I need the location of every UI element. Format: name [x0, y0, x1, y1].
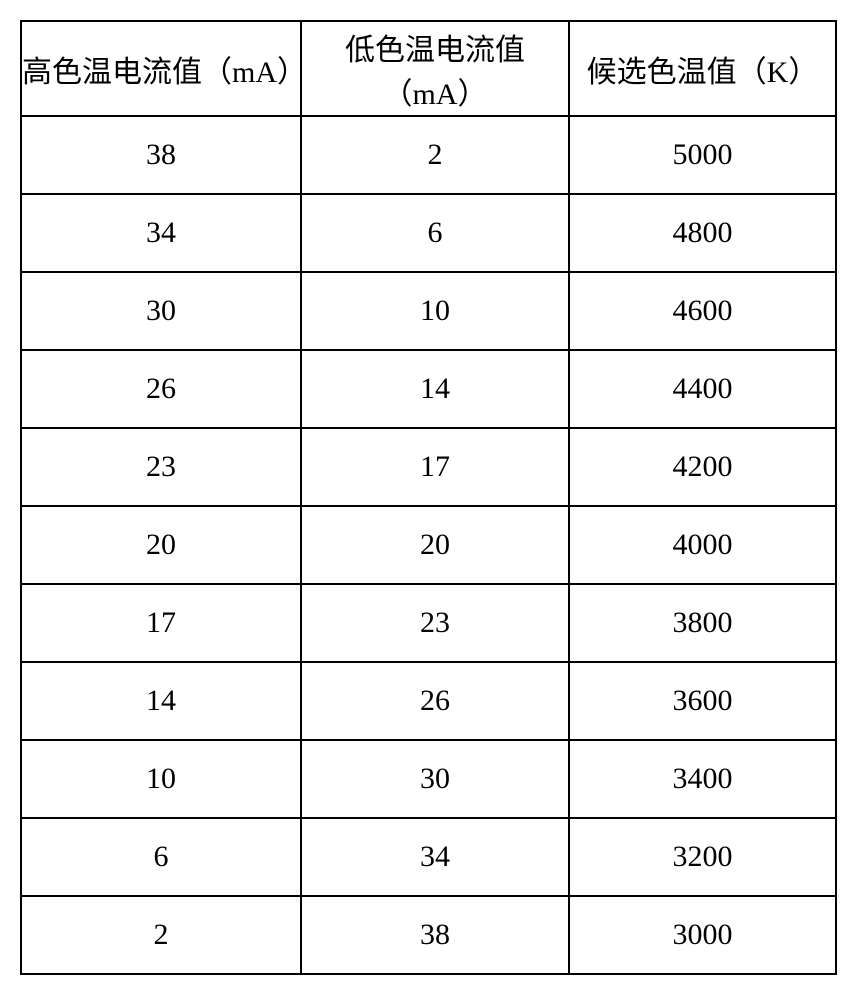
column-header-high-temp-current: 高色温电流值（mA） — [21, 21, 301, 116]
cell-high-temp-current: 20 — [21, 506, 301, 584]
cell-candidate-color-temp: 3000 — [569, 896, 836, 974]
cell-high-temp-current: 17 — [21, 584, 301, 662]
cell-candidate-color-temp: 3200 — [569, 818, 836, 896]
cell-low-temp-current: 2 — [301, 116, 569, 194]
cell-candidate-color-temp: 4200 — [569, 428, 836, 506]
cell-high-temp-current: 38 — [21, 116, 301, 194]
table-header-row: 高色温电流值（mA） 低色温电流值（mA） 候选色温值（K） — [21, 21, 836, 116]
table-row: 34 6 4800 — [21, 194, 836, 272]
cell-low-temp-current: 34 — [301, 818, 569, 896]
cell-high-temp-current: 23 — [21, 428, 301, 506]
table-row: 23 17 4200 — [21, 428, 836, 506]
cell-candidate-color-temp: 5000 — [569, 116, 836, 194]
data-table: 高色温电流值（mA） 低色温电流值（mA） 候选色温值（K） 38 2 5000… — [20, 20, 837, 975]
cell-high-temp-current: 26 — [21, 350, 301, 428]
table-row: 6 34 3200 — [21, 818, 836, 896]
table-row: 10 30 3400 — [21, 740, 836, 818]
cell-high-temp-current: 6 — [21, 818, 301, 896]
cell-low-temp-current: 26 — [301, 662, 569, 740]
table-row: 30 10 4600 — [21, 272, 836, 350]
column-header-candidate-color-temp: 候选色温值（K） — [569, 21, 836, 116]
cell-low-temp-current: 6 — [301, 194, 569, 272]
cell-candidate-color-temp: 4800 — [569, 194, 836, 272]
cell-candidate-color-temp: 4000 — [569, 506, 836, 584]
cell-low-temp-current: 38 — [301, 896, 569, 974]
column-header-low-temp-current: 低色温电流值（mA） — [301, 21, 569, 116]
cell-high-temp-current: 30 — [21, 272, 301, 350]
cell-high-temp-current: 34 — [21, 194, 301, 272]
table-row: 17 23 3800 — [21, 584, 836, 662]
cell-candidate-color-temp: 3400 — [569, 740, 836, 818]
cell-high-temp-current: 10 — [21, 740, 301, 818]
table-row: 2 38 3000 — [21, 896, 836, 974]
cell-low-temp-current: 20 — [301, 506, 569, 584]
cell-low-temp-current: 17 — [301, 428, 569, 506]
cell-low-temp-current: 23 — [301, 584, 569, 662]
table-body: 38 2 5000 34 6 4800 30 10 4600 26 14 440… — [21, 116, 836, 974]
cell-low-temp-current: 30 — [301, 740, 569, 818]
cell-low-temp-current: 14 — [301, 350, 569, 428]
table-row: 26 14 4400 — [21, 350, 836, 428]
cell-candidate-color-temp: 3600 — [569, 662, 836, 740]
table-row: 14 26 3600 — [21, 662, 836, 740]
cell-high-temp-current: 14 — [21, 662, 301, 740]
table-row: 20 20 4000 — [21, 506, 836, 584]
cell-candidate-color-temp: 4600 — [569, 272, 836, 350]
cell-low-temp-current: 10 — [301, 272, 569, 350]
cell-high-temp-current: 2 — [21, 896, 301, 974]
table-row: 38 2 5000 — [21, 116, 836, 194]
cell-candidate-color-temp: 4400 — [569, 350, 836, 428]
cell-candidate-color-temp: 3800 — [569, 584, 836, 662]
